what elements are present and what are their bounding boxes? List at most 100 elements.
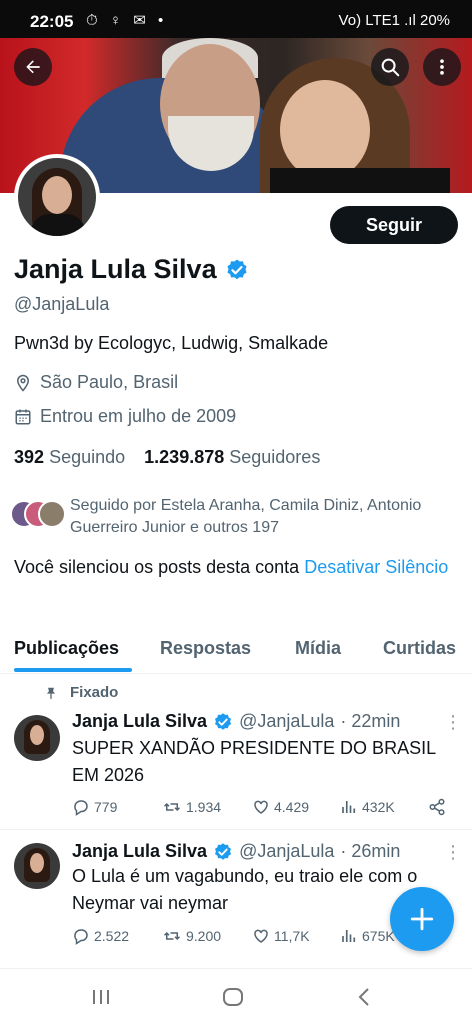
tweet-actions: 779 1.934 4.429 432K bbox=[72, 798, 460, 820]
tweet-author-name[interactable]: Janja Lula Silva bbox=[72, 711, 207, 732]
more-options-button[interactable] bbox=[423, 48, 461, 86]
share-button[interactable] bbox=[428, 798, 450, 816]
avatar-face bbox=[30, 853, 44, 873]
recent-apps-icon bbox=[93, 990, 109, 1004]
reply-icon bbox=[74, 929, 88, 945]
compose-post-button[interactable] bbox=[390, 887, 454, 951]
profile-name: Janja Lula Silva bbox=[14, 254, 217, 284]
follower-avatar bbox=[38, 500, 66, 528]
tweet-avatar[interactable] bbox=[14, 843, 60, 889]
tweet-header: Janja Lula Silva @JanjaLula · 22min bbox=[72, 711, 400, 732]
tweet-time: · 26min bbox=[340, 841, 401, 861]
tweet-time: · 22min bbox=[340, 711, 401, 731]
system-back-button[interactable] bbox=[356, 987, 372, 1012]
views-count: 432K bbox=[362, 799, 395, 815]
profile-handle: @JanjaLula bbox=[14, 294, 110, 314]
chevron-left-icon bbox=[358, 988, 369, 1006]
retweet-icon bbox=[163, 931, 181, 941]
reply-count: 2.522 bbox=[94, 928, 130, 944]
location-pin-icon bbox=[16, 374, 30, 392]
banner-figure-right-face bbox=[280, 80, 370, 180]
tweet-divider bbox=[0, 829, 472, 830]
profile-joined-row: Entrou em julho de 2009 bbox=[14, 406, 236, 427]
tweet-avatar[interactable] bbox=[14, 715, 60, 761]
views-count: 675K bbox=[362, 928, 395, 944]
profile-stats: 392 Seguindo 1.239.878 Seguidores bbox=[14, 447, 320, 468]
home-button[interactable] bbox=[222, 987, 244, 1012]
avatar-face bbox=[30, 725, 44, 745]
heart-icon bbox=[254, 929, 268, 943]
recent-apps-button[interactable] bbox=[90, 987, 112, 1012]
followed-by-text[interactable]: Seguido por Estela Aranha, Camila Diniz,… bbox=[70, 495, 460, 539]
following-count: 392 bbox=[14, 447, 45, 467]
followers-count: 1.239.878 bbox=[144, 447, 225, 467]
retweet-count: 1.934 bbox=[186, 799, 222, 815]
retweet-count: 9.200 bbox=[186, 928, 222, 944]
back-button[interactable] bbox=[14, 48, 52, 86]
tweet-more-button[interactable]: ⋮ bbox=[444, 712, 462, 733]
retweet-button[interactable]: 9.200 bbox=[162, 927, 221, 945]
plus-icon bbox=[410, 907, 434, 931]
profile-location: São Paulo, Brasil bbox=[40, 372, 179, 392]
retweet-icon bbox=[163, 802, 181, 812]
views-button[interactable]: 432K bbox=[340, 798, 395, 816]
tab-media[interactable]: Mídia bbox=[295, 638, 341, 659]
views-button[interactable]: 675K bbox=[340, 927, 395, 945]
profile-avatar[interactable] bbox=[14, 154, 100, 240]
following-link[interactable]: 392 Seguindo bbox=[14, 447, 125, 467]
like-count: 4.429 bbox=[274, 799, 310, 815]
avatar-face bbox=[42, 176, 72, 214]
followed-by-avatars[interactable] bbox=[10, 500, 68, 530]
tweet-text[interactable]: SUPER XANDÃO PRESIDENTE DO BRASIL EM 202… bbox=[72, 735, 462, 789]
status-time: 22:05 bbox=[30, 12, 74, 31]
profile-bio: Pwn3d by Ecologyc, Ludwig, Smalkade bbox=[14, 333, 329, 353]
pinned-label: Fixado bbox=[70, 684, 119, 701]
reply-button[interactable]: 2.522 bbox=[72, 927, 129, 945]
verified-badge-icon bbox=[215, 842, 232, 860]
unmute-link[interactable]: Desativar Silêncio bbox=[304, 557, 448, 577]
tab-posts[interactable]: Publicações bbox=[14, 638, 119, 659]
status-notification-icons: ⏱ ♀ ✉ • bbox=[86, 12, 168, 29]
reply-icon bbox=[74, 800, 88, 816]
pinned-label-row: Fixado bbox=[44, 684, 118, 701]
profile-location-row: São Paulo, Brasil bbox=[14, 372, 178, 393]
like-button[interactable]: 4.429 bbox=[252, 798, 309, 816]
views-chart-icon bbox=[342, 801, 356, 813]
more-vertical-icon bbox=[440, 59, 444, 75]
profile-joined: Entrou em julho de 2009 bbox=[40, 406, 237, 426]
tweet-more-button[interactable]: ⋮ bbox=[444, 842, 462, 863]
tweet-author-handle: @JanjaLula bbox=[239, 841, 335, 861]
profile-name-row: Janja Lula Silva bbox=[14, 254, 249, 285]
tweet-header: Janja Lula Silva @JanjaLula · 26min bbox=[72, 841, 400, 862]
like-count: 11,7K bbox=[274, 928, 310, 944]
retweet-button[interactable]: 1.934 bbox=[162, 798, 221, 816]
active-tab-indicator bbox=[14, 668, 132, 672]
tab-replies[interactable]: Respostas bbox=[160, 638, 251, 659]
reply-button[interactable]: 779 bbox=[72, 798, 117, 816]
banner-figure-right-shirt bbox=[270, 168, 450, 193]
tweet-author-handle: @JanjaLula bbox=[239, 711, 335, 731]
following-label: Seguindo bbox=[49, 447, 126, 467]
share-icon bbox=[429, 798, 445, 816]
heart-icon bbox=[254, 800, 268, 814]
muted-text: Você silenciou os posts desta conta bbox=[14, 557, 300, 577]
profile-tabs: Publicações Respostas Mídia Curtidas bbox=[0, 628, 472, 674]
verified-badge-icon bbox=[215, 712, 232, 730]
reply-count: 779 bbox=[94, 799, 118, 815]
home-icon bbox=[223, 988, 243, 1006]
status-right-indicators: Vo) LTE1 .ıl 20% bbox=[338, 12, 450, 29]
follow-button[interactable]: Seguir bbox=[330, 206, 458, 244]
status-bar: 22:05 ⏱ ♀ ✉ • Vo) LTE1 .ıl 20% bbox=[0, 0, 472, 38]
search-button[interactable] bbox=[371, 48, 409, 86]
muted-notice: Você silenciou os posts desta conta Desa… bbox=[14, 554, 464, 581]
search-icon bbox=[381, 58, 400, 77]
tab-likes[interactable]: Curtidas bbox=[383, 638, 456, 659]
tweet-author-name[interactable]: Janja Lula Silva bbox=[72, 841, 207, 862]
arrow-left-icon bbox=[26, 60, 40, 74]
avatar-body bbox=[30, 214, 86, 236]
like-button[interactable]: 11,7K bbox=[252, 927, 310, 945]
verified-badge-icon[interactable] bbox=[225, 258, 249, 282]
views-chart-icon bbox=[342, 930, 356, 942]
system-navigation-bar bbox=[0, 968, 472, 1024]
followers-link[interactable]: 1.239.878 Seguidores bbox=[144, 447, 320, 467]
